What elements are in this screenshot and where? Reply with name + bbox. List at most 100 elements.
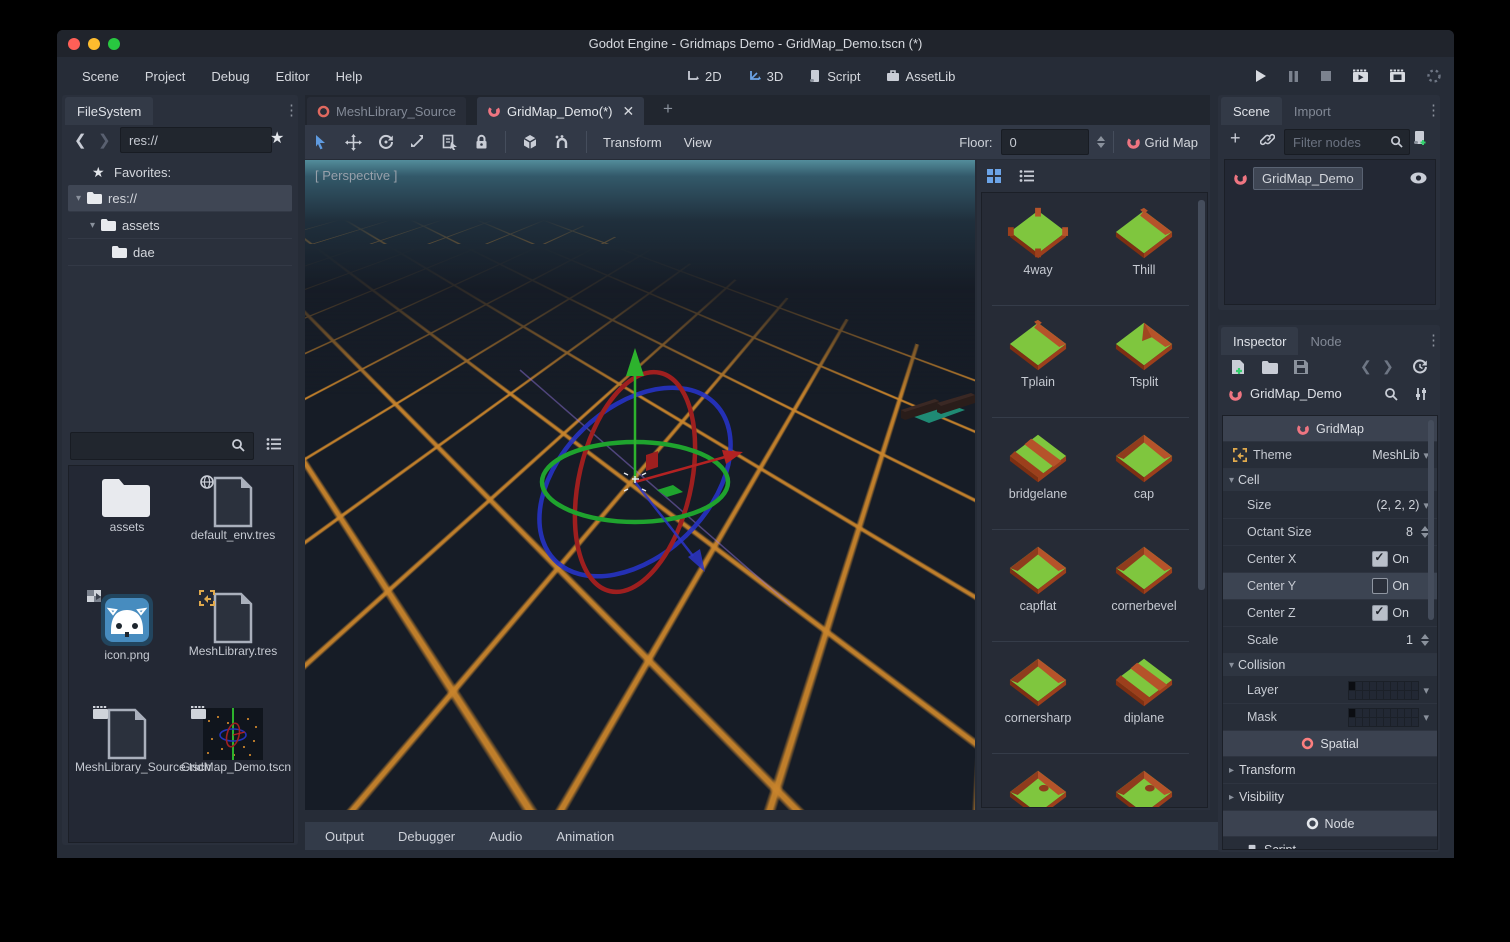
attach-script-button[interactable] — [1412, 130, 1428, 146]
collapse-icon[interactable]: ▾ — [68, 220, 95, 231]
tab-node[interactable]: Node — [1298, 327, 1353, 355]
menu-editor[interactable]: Editor — [263, 69, 323, 84]
view-menu[interactable]: View — [676, 135, 720, 150]
minimize-window-button[interactable] — [88, 38, 100, 50]
file-list-view-toggle[interactable] — [266, 437, 282, 451]
file-gridmap-demo[interactable]: GridMap_Demo.tscn — [181, 708, 285, 775]
menu-project[interactable]: Project — [132, 69, 198, 84]
transform-menu[interactable]: Transform — [595, 135, 670, 150]
property-center-z[interactable]: Center Z On — [1223, 600, 1437, 627]
scale-tool-button[interactable] — [402, 134, 434, 150]
tree-item-assets[interactable]: ▾ assets — [68, 212, 292, 239]
property-collision-mask[interactable]: Mask ▾ — [1223, 704, 1437, 731]
chevron-down-icon[interactable]: ▾ — [1423, 711, 1429, 724]
mesh-item-bridgelane[interactable]: bridgelane — [986, 431, 1090, 501]
add-node-button[interactable]: + — [1230, 128, 1241, 149]
new-resource-button[interactable] — [1230, 359, 1245, 375]
mesh-item-cornerbevel[interactable]: cornerbevel — [1092, 543, 1196, 613]
group-transform[interactable]: ▸Transform — [1223, 757, 1437, 784]
inspector-menu-icon[interactable]: ⋮ — [1426, 331, 1440, 349]
property-center-x[interactable]: Center X On — [1223, 546, 1437, 573]
play-button[interactable] — [1253, 69, 1267, 83]
mode-script-button[interactable]: Script — [800, 69, 869, 84]
object-history-button[interactable] — [1412, 359, 1428, 375]
property-size[interactable]: Size (2, 2, 2)▾ — [1223, 492, 1437, 519]
select-tool-button[interactable] — [305, 134, 337, 150]
search-properties-icon[interactable] — [1384, 387, 1398, 401]
mesh-item-partial[interactable] — [1092, 767, 1196, 808]
load-resource-button[interactable] — [1262, 361, 1278, 374]
close-window-button[interactable] — [68, 38, 80, 50]
save-resource-button[interactable] — [1294, 360, 1308, 374]
menu-help[interactable]: Help — [323, 69, 376, 84]
file-default-env[interactable]: default_env.tres — [181, 476, 285, 543]
mesh-item-tsplit[interactable]: Tsplit — [1092, 319, 1196, 389]
close-tab-icon[interactable]: ✕ — [622, 103, 634, 120]
collapse-icon[interactable]: ▾ — [68, 193, 81, 204]
inspector-scrollbar[interactable] — [1428, 420, 1434, 620]
mesh-item-capflat[interactable]: capflat — [986, 543, 1090, 613]
scene-tab-meshlibrary-source[interactable]: MeshLibrary_Source — [307, 97, 466, 125]
property-center-y[interactable]: Center Y On — [1223, 573, 1437, 600]
file-icon-png[interactable]: icon.png — [75, 592, 179, 663]
instance-scene-icon[interactable] — [1260, 132, 1275, 147]
tree-favorites[interactable]: ★ Favorites: — [68, 159, 292, 185]
viewport-3d[interactable]: [ Perspective ] — [305, 160, 975, 810]
scene-tab-gridmap-demo[interactable]: GridMap_Demo(*) ✕ — [477, 97, 644, 125]
group-collision[interactable]: ▾Collision — [1223, 654, 1437, 677]
scene-menu-icon[interactable]: ⋮ — [1426, 101, 1441, 119]
nav-forward-button[interactable]: ❯ — [98, 131, 111, 149]
tab-scene[interactable]: Scene — [1221, 97, 1282, 125]
new-tab-button[interactable]: + — [663, 99, 673, 119]
list-select-tool-button[interactable] — [434, 134, 466, 150]
play-scene-button[interactable] — [1352, 69, 1369, 83]
favorite-star-button[interactable]: ★ — [270, 128, 284, 148]
property-octant-size[interactable]: Octant Size 8 — [1223, 519, 1437, 546]
filter-nodes-input[interactable]: Filter nodes — [1284, 129, 1410, 155]
group-visibility[interactable]: ▸Visibility — [1223, 784, 1437, 811]
menu-scene[interactable]: Scene — [69, 69, 132, 84]
visibility-eye-icon[interactable] — [1410, 172, 1427, 184]
history-back-button[interactable]: ❮ — [1360, 358, 1372, 375]
file-assets[interactable]: assets — [75, 476, 179, 535]
floor-spinbox[interactable]: 0 — [1001, 129, 1089, 155]
file-search-input[interactable] — [70, 432, 254, 460]
transform-gizmo[interactable] — [305, 160, 975, 810]
checkbox-checked[interactable] — [1372, 605, 1388, 621]
chevron-down-icon[interactable]: ▾ — [1423, 684, 1429, 697]
grid-view-toggle[interactable] — [987, 169, 1002, 184]
path-field[interactable]: res:// — [120, 127, 272, 153]
mesh-item-4way[interactable]: 4way — [986, 207, 1090, 277]
bottom-tab-output[interactable]: Output — [325, 829, 364, 844]
palette-scrollbar[interactable] — [1198, 200, 1205, 590]
file-meshlibrary-source[interactable]: MeshLibrary_Source.tscn — [75, 708, 179, 775]
list-view-toggle[interactable] — [1019, 169, 1035, 183]
property-collision-layer[interactable]: Layer ▾ — [1223, 677, 1437, 704]
manage-object-properties-icon[interactable] — [1414, 387, 1428, 401]
mesh-display-button[interactable] — [514, 134, 546, 150]
bottom-tab-debugger[interactable]: Debugger — [398, 829, 455, 844]
mesh-item-cornersharp[interactable]: cornersharp — [986, 655, 1090, 725]
mode-3d-button[interactable]: 3D — [739, 69, 793, 84]
tab-filesystem[interactable]: FileSystem — [65, 97, 153, 125]
play-custom-scene-button[interactable] — [1389, 69, 1406, 83]
move-tool-button[interactable] — [337, 134, 370, 151]
checkbox-checked[interactable] — [1372, 551, 1388, 567]
pause-button[interactable] — [1287, 70, 1300, 83]
layer-grid[interactable] — [1348, 681, 1419, 700]
tab-inspector[interactable]: Inspector — [1221, 327, 1298, 355]
bottom-tab-animation[interactable]: Animation — [556, 829, 614, 844]
scene-node-gridmap-demo[interactable]: GridMap_Demo — [1229, 165, 1431, 191]
layer-grid[interactable] — [1348, 708, 1419, 727]
history-forward-button[interactable]: ❯ — [1382, 358, 1394, 375]
zoom-window-button[interactable] — [108, 38, 120, 50]
mesh-item-diplane[interactable]: diplane — [1092, 655, 1196, 725]
mesh-item-thill[interactable]: Thill — [1092, 207, 1196, 277]
stop-button[interactable] — [1320, 70, 1332, 82]
property-theme[interactable]: Theme MeshLib▾ — [1223, 442, 1437, 469]
mesh-item-cap[interactable]: cap — [1092, 431, 1196, 501]
spinner-arrows[interactable] — [1421, 634, 1429, 646]
bottom-tab-audio[interactable]: Audio — [489, 829, 522, 844]
file-meshlibrary-tres[interactable]: MeshLibrary.tres — [181, 592, 285, 659]
group-cell[interactable]: ▾Cell — [1223, 469, 1437, 492]
